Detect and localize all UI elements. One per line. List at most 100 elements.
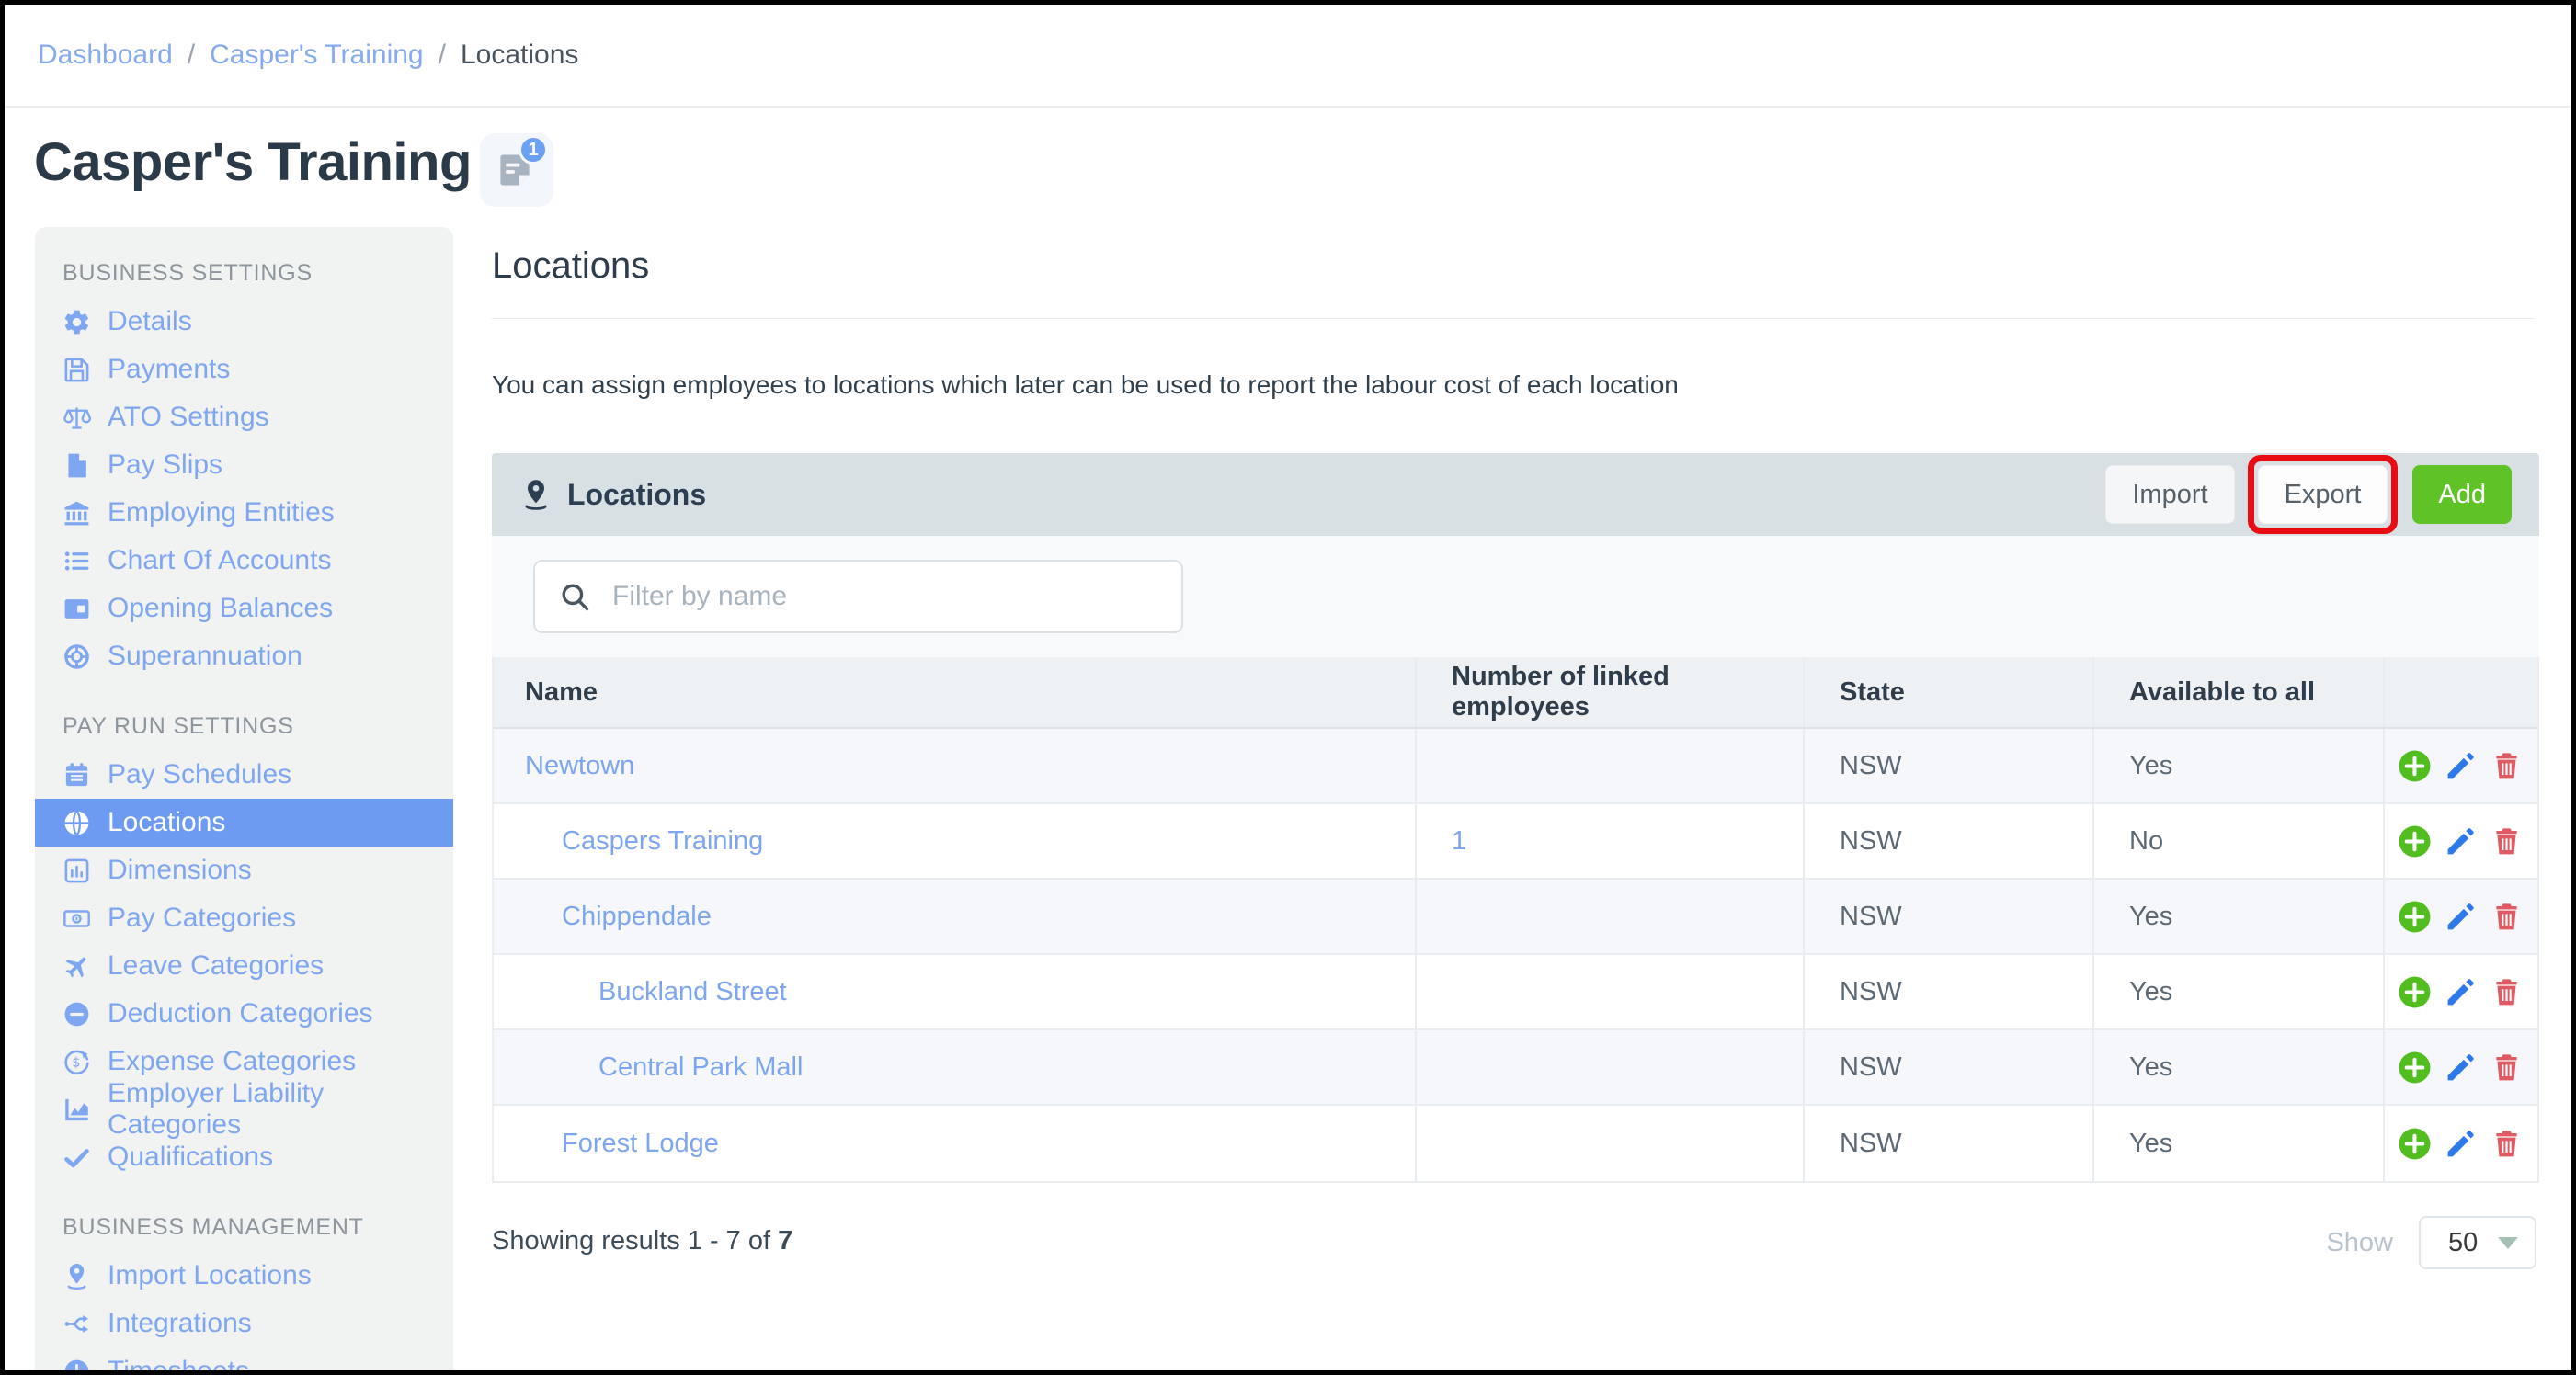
locations-panel-header: Locations Import Export Add [492,453,2539,536]
map-pin-icon [63,1262,91,1290]
page-size-select[interactable]: 50 [2419,1216,2536,1269]
linked-employees-cell [1417,955,1805,1028]
export-button[interactable]: Export [2258,465,2388,524]
state-cell: NSW [1805,880,2094,953]
sidebar-item-label: Timesheets [108,1356,249,1370]
trash-icon[interactable] [2490,975,2524,1009]
trash-icon[interactable] [2490,1051,2524,1085]
location-name-link[interactable]: Central Park Mall [598,1052,803,1083]
life-ring-icon [63,642,91,671]
breadcrumb-dashboard[interactable]: Dashboard [38,40,173,71]
add-button[interactable]: Add [2412,465,2512,524]
sidebar-item-superannuation[interactable]: Superannuation [35,632,453,680]
trash-icon[interactable] [2490,749,2524,783]
sidebar-item-chart-of-accounts[interactable]: Chart Of Accounts [35,537,453,585]
results-summary: Showing results 1 - 7 of 7 [492,1226,792,1256]
sidebar-item-dimensions[interactable]: Dimensions [35,847,453,894]
location-name-link[interactable]: Buckland Street [598,977,787,1007]
gear-icon [63,308,91,336]
sidebar-item-employer-liability-categories[interactable]: Employer Liability Categories [35,1085,453,1133]
sidebar-item-employing-entities[interactable]: Employing Entities [35,489,453,537]
sidebar-item-pay-slips[interactable]: Pay Slips [35,441,453,489]
sidebar-item-label: Payments [108,354,230,385]
plus-circle-icon[interactable] [2398,1051,2432,1085]
state-cell: NSW [1805,1106,2094,1181]
pencil-icon[interactable] [2444,749,2478,783]
linked-employees-cell [1417,880,1805,953]
sidebar-item-deduction-categories[interactable]: Deduction Categories [35,990,453,1038]
show-label: Show [2326,1228,2393,1258]
plus-circle-icon[interactable] [2398,975,2432,1009]
available-cell: Yes [2094,729,2385,802]
sidebar-item-label: Import Locations [108,1260,312,1291]
sidebar-item-ato-settings[interactable]: ATO Settings [35,393,453,441]
column-header-actions [2385,657,2536,727]
sidebar-item-payments[interactable]: Payments [35,346,453,393]
sidebar-item-locations[interactable]: Locations [35,799,453,847]
state-cell: NSW [1805,1030,2094,1104]
sidebar-item-label: Dimensions [108,855,252,886]
sidebar-item-label: Pay Slips [108,449,222,481]
pencil-icon[interactable] [2444,1127,2478,1161]
trash-icon[interactable] [2490,1127,2524,1161]
location-name-link[interactable]: Newtown [525,751,634,781]
plus-circle-icon[interactable] [2398,1127,2432,1161]
calendar-icon [63,761,91,790]
sidebar-item-label: Chart Of Accounts [108,545,331,576]
page-size-value: 50 [2421,1228,2478,1258]
area-chart-icon [63,1096,91,1124]
linked-employees-cell [1417,729,1805,802]
app-window: Dashboard / Casper's Training / Location… [0,0,2576,1375]
minus-circle-icon [63,1000,91,1028]
trash-icon[interactable] [2490,824,2524,858]
sidebar-item-label: Qualifications [108,1142,273,1173]
plus-circle-icon[interactable] [2398,749,2432,783]
sidebar-item-integrations[interactable]: Integrations [35,1300,453,1347]
page-section-heading: Locations [492,245,649,287]
business-notes-button[interactable]: 1 [480,133,553,207]
table-row: Chippendale NSW Yes [494,880,2537,955]
breadcrumb-separator: / [439,40,446,71]
plus-circle-icon[interactable] [2398,900,2432,934]
sidebar-item-label: Pay Categories [108,903,296,934]
sidebar-item-import-locations[interactable]: Import Locations [35,1252,453,1300]
banknote-icon [63,904,91,933]
breadcrumb-current: Locations [461,40,578,71]
sidebar-item-details[interactable]: Details [35,298,453,346]
filter-bar [492,536,2539,657]
page-title: Casper's Training [34,131,472,193]
filter-by-name-input[interactable] [612,581,1181,612]
table-row: Caspers Training 1 NSW No [494,804,2537,880]
breadcrumb-separator: / [188,40,195,71]
linked-employees-link[interactable]: 1 [1452,826,1466,857]
breadcrumb: Dashboard / Casper's Training / Location… [38,40,578,71]
location-name-link[interactable]: Forest Lodge [562,1129,719,1159]
available-cell: Yes [2094,1106,2385,1181]
pencil-icon[interactable] [2444,975,2478,1009]
sidebar-item-timesheets[interactable]: Timesheets [35,1347,453,1370]
pencil-icon[interactable] [2444,1051,2478,1085]
search-icon [559,581,590,612]
table-row: Newtown NSW Yes [494,729,2537,804]
sidebar-item-pay-schedules[interactable]: Pay Schedules [35,751,453,799]
branch-icon [63,1310,91,1338]
pencil-icon[interactable] [2444,824,2478,858]
chevron-down-icon [2498,1237,2518,1249]
sidebar-item-pay-categories[interactable]: Pay Categories [35,894,453,942]
breadcrumb-business[interactable]: Casper's Training [210,40,424,71]
available-cell: No [2094,804,2385,878]
sidebar-item-label: Integrations [108,1308,252,1339]
sidebar-item-opening-balances[interactable]: Opening Balances [35,585,453,632]
sidebar-item-label: Opening Balances [108,593,333,624]
bar-chart-square-icon [63,857,91,885]
location-name-link[interactable]: Caspers Training [562,826,763,857]
map-pin-icon [519,478,553,511]
pencil-icon[interactable] [2444,900,2478,934]
sidebar-section-pay-run-settings: PAY RUN SETTINGS [35,700,453,751]
trash-icon[interactable] [2490,900,2524,934]
list-icon [63,547,91,575]
location-name-link[interactable]: Chippendale [562,902,712,932]
plus-circle-icon[interactable] [2398,824,2432,858]
sidebar-item-leave-categories[interactable]: Leave Categories [35,942,453,990]
import-button[interactable]: Import [2105,465,2234,524]
